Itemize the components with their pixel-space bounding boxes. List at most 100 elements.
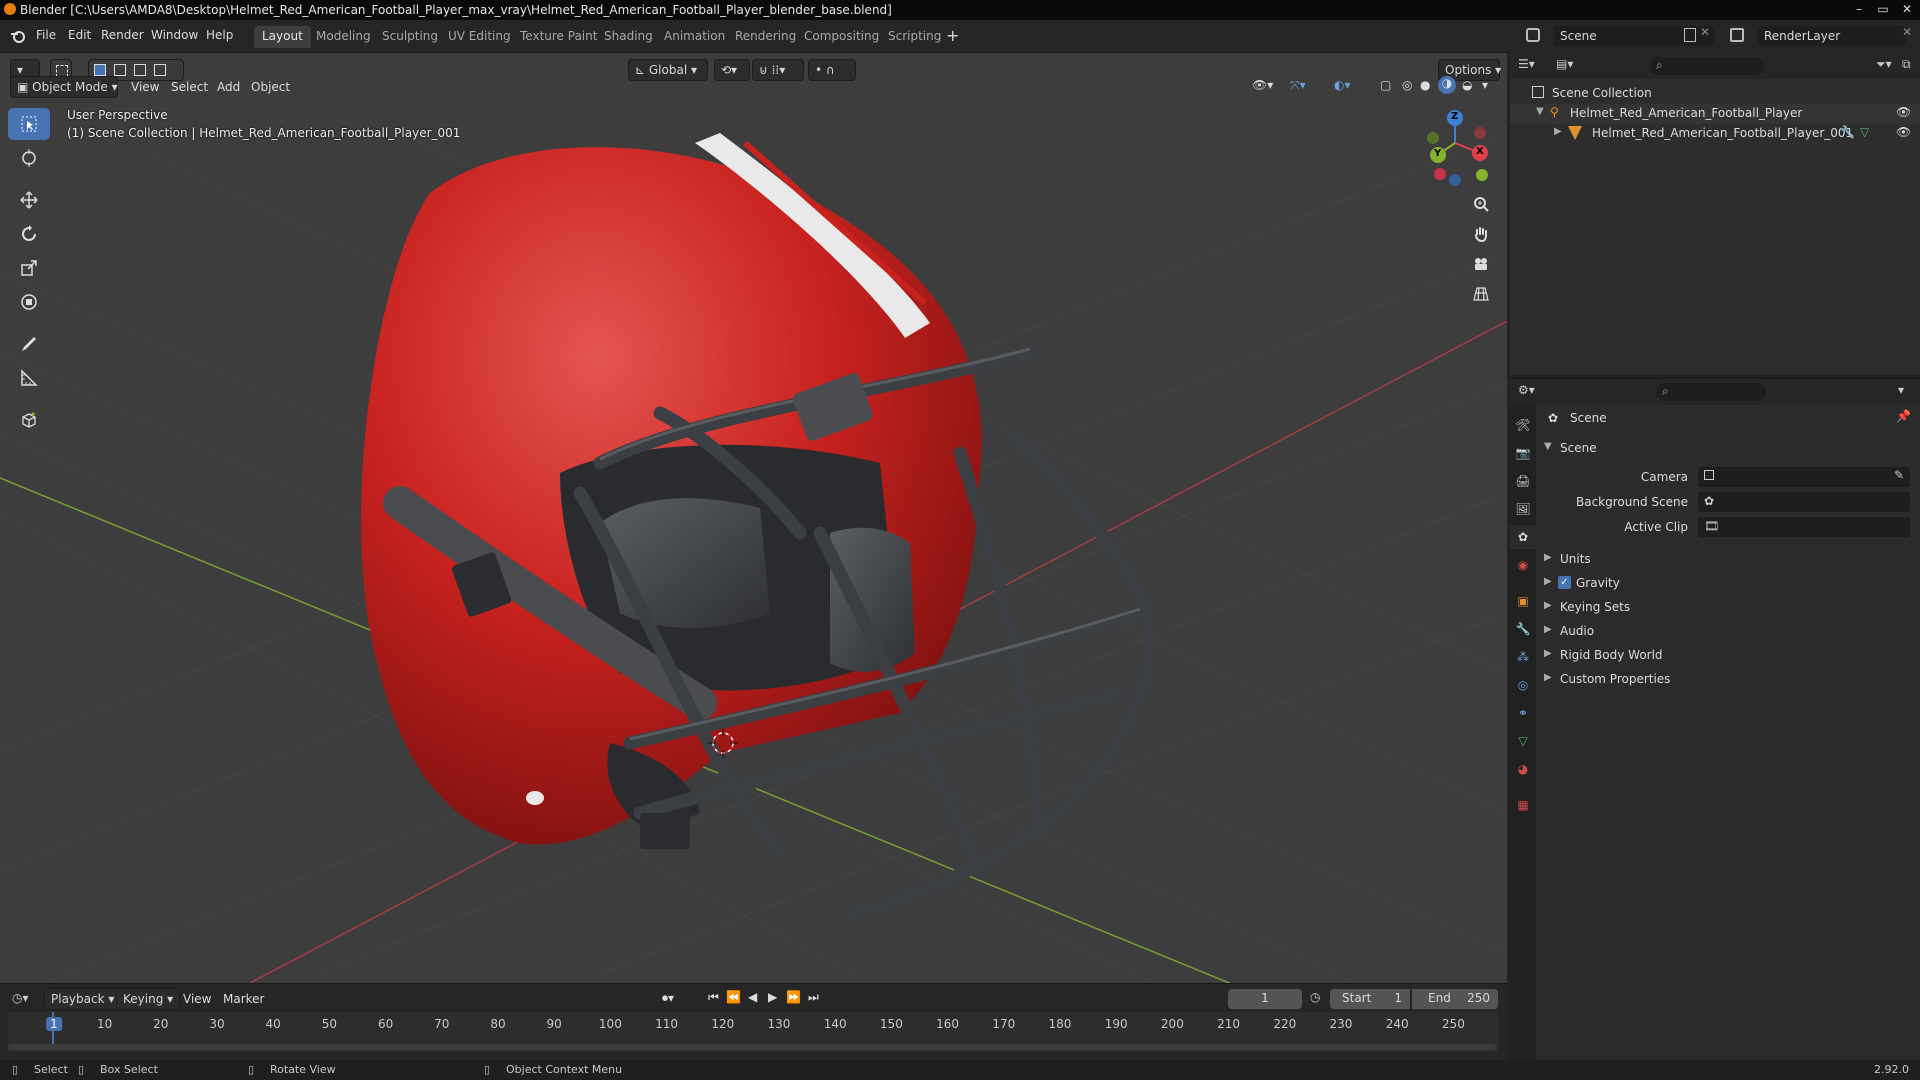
close-button[interactable]: ✕ bbox=[1896, 0, 1918, 18]
constraints-tab-icon[interactable]: ⚭ bbox=[1510, 701, 1536, 725]
outliner-row-scene-collection[interactable]: Scene Collection bbox=[1510, 84, 1920, 104]
properties-editor-icon[interactable]: ⚙▾ bbox=[1518, 383, 1535, 397]
delete-layer-icon[interactable]: ✕ bbox=[1902, 25, 1912, 39]
shading-options-icon[interactable]: ▾ bbox=[1482, 78, 1488, 92]
auto-keying-icon[interactable]: ⏺▾ bbox=[662, 991, 674, 1006]
camera-view-icon[interactable] bbox=[1467, 250, 1495, 278]
render-layer-selector[interactable]: RenderLayer bbox=[1758, 26, 1906, 46]
transform-tool-icon[interactable] bbox=[8, 286, 50, 318]
output-tab-icon[interactable]: 🖨 bbox=[1510, 469, 1536, 493]
tab-compositing[interactable]: Compositing bbox=[796, 26, 887, 48]
menu-file[interactable]: File bbox=[36, 28, 56, 42]
panel-keying-sets[interactable]: ▶ Keying Sets bbox=[1538, 596, 1920, 620]
scale-tool-icon[interactable] bbox=[8, 252, 50, 284]
menu-help[interactable]: Help bbox=[206, 28, 233, 42]
tab-shading[interactable]: Shading bbox=[596, 26, 661, 48]
delete-scene-icon[interactable]: ✕ bbox=[1700, 25, 1710, 39]
timeline-marker-menu[interactable]: Marker bbox=[223, 992, 264, 1006]
object-tab-icon[interactable]: ▣ bbox=[1510, 589, 1536, 613]
play-icon[interactable]: ▶ bbox=[768, 990, 777, 1004]
tab-rendering[interactable]: Rendering bbox=[727, 26, 804, 48]
camera-field[interactable]: ✎ bbox=[1698, 467, 1910, 487]
particles-tab-icon[interactable]: ⁂ bbox=[1510, 645, 1536, 669]
outliner-search-field[interactable]: ⌕ bbox=[1650, 57, 1764, 75]
physics-tab-icon[interactable]: ◎ bbox=[1510, 673, 1536, 697]
tab-scripting[interactable]: Scripting bbox=[880, 26, 949, 48]
material-tab-icon[interactable]: ◕ bbox=[1510, 757, 1536, 781]
select-extend-icon[interactable] bbox=[114, 64, 126, 76]
tab-modeling[interactable]: Modeling bbox=[308, 26, 379, 48]
background-scene-field[interactable]: ✿ bbox=[1698, 492, 1910, 512]
start-frame-field[interactable]: Start 1 bbox=[1330, 989, 1410, 1009]
keying-menu[interactable]: Keying ▾ bbox=[116, 988, 181, 1010]
gravity-checkbox[interactable]: ✓ bbox=[1558, 576, 1571, 589]
scene-tab-icon[interactable]: ✿ bbox=[1510, 525, 1536, 549]
pan-hand-icon[interactable] bbox=[1467, 220, 1495, 248]
minimize-button[interactable]: – bbox=[1848, 0, 1870, 18]
annotate-tool-icon[interactable] bbox=[8, 328, 50, 360]
timeline-view-menu[interactable]: View bbox=[183, 992, 211, 1006]
tab-layout[interactable]: Layout bbox=[254, 26, 311, 48]
menu-add[interactable]: Add bbox=[217, 80, 240, 94]
properties-search-field[interactable]: ⌕ bbox=[1656, 383, 1766, 401]
panel-units[interactable]: ▶ Units bbox=[1538, 548, 1920, 572]
panel-custom-properties[interactable]: ▶ Custom Properties bbox=[1538, 668, 1920, 692]
add-cube-tool-icon[interactable] bbox=[8, 404, 50, 436]
panel-rigid-body-world[interactable]: ▶ Rigid Body World bbox=[1538, 644, 1920, 668]
maximize-button[interactable]: ▭ bbox=[1872, 0, 1894, 18]
perspective-toggle-icon[interactable] bbox=[1467, 280, 1495, 308]
properties-options-icon[interactable]: ▾ bbox=[1898, 383, 1904, 397]
select-subtract-icon[interactable] bbox=[134, 64, 146, 76]
move-tool-icon[interactable] bbox=[8, 184, 50, 216]
solid-shading-icon[interactable]: ● bbox=[1420, 78, 1430, 92]
tab-animation[interactable]: Animation bbox=[656, 26, 733, 48]
menu-edit[interactable]: Edit bbox=[68, 28, 91, 42]
eyedropper-icon[interactable]: ✎ bbox=[1894, 468, 1904, 482]
jump-end-icon[interactable]: ⏭ bbox=[808, 990, 819, 1005]
menu-object[interactable]: Object bbox=[251, 80, 290, 94]
jump-keyframe-back-icon[interactable]: ⏪ bbox=[726, 990, 741, 1004]
filter-icon[interactable]: ⏷▾ bbox=[1876, 57, 1892, 72]
menu-render[interactable]: Render bbox=[101, 28, 144, 42]
overlay-toggle-icon[interactable]: ◐▾ bbox=[1334, 78, 1351, 92]
pin-icon[interactable]: 📌 bbox=[1896, 409, 1911, 423]
display-mode-icon[interactable]: ▤▾ bbox=[1556, 57, 1573, 71]
zoom-icon[interactable] bbox=[1467, 190, 1495, 218]
3d-viewport[interactable]: Z X Y User Perspective (1) Scene Collect… bbox=[0, 53, 1507, 983]
xray-toggle-icon[interactable]: ▢ bbox=[1380, 78, 1391, 92]
tab-sculpting[interactable]: Sculpting bbox=[374, 26, 446, 48]
playback-menu[interactable]: Playback ▾ bbox=[44, 988, 122, 1010]
menu-window[interactable]: Window bbox=[151, 28, 198, 42]
select-tool-icon[interactable] bbox=[8, 108, 50, 140]
measure-tool-icon[interactable] bbox=[8, 362, 50, 394]
timeline-scrollbar[interactable] bbox=[8, 1044, 1496, 1050]
expand-arrow-icon[interactable]: ▼ bbox=[1536, 106, 1544, 117]
panel-scene-header[interactable]: ▼ Scene bbox=[1538, 437, 1920, 461]
jump-start-icon[interactable]: ⏮ bbox=[708, 990, 719, 1005]
render-tab-icon[interactable]: 📷 bbox=[1510, 441, 1536, 465]
menu-view[interactable]: View bbox=[131, 80, 159, 94]
visibility-icon[interactable]: 👁▾ bbox=[1252, 78, 1273, 92]
gizmo-toggle-icon[interactable]: ⤧▾ bbox=[1290, 78, 1306, 93]
panel-gravity[interactable]: ▶ ✓ Gravity bbox=[1538, 572, 1920, 596]
modifier-wrench-icon[interactable]: 🔧 bbox=[1840, 125, 1855, 139]
new-scene-icon[interactable] bbox=[1684, 28, 1696, 42]
add-workspace-button[interactable]: + bbox=[946, 26, 959, 45]
jump-keyframe-forward-icon[interactable]: ⏩ bbox=[786, 990, 801, 1004]
select-new-icon[interactable] bbox=[94, 64, 106, 76]
new-collection-icon[interactable]: ⧉ bbox=[1902, 57, 1911, 72]
menu-select[interactable]: Select bbox=[171, 80, 208, 94]
wireframe-shading-icon[interactable]: ◎ bbox=[1402, 78, 1412, 92]
select-intersect-icon[interactable] bbox=[154, 64, 166, 76]
texture-tab-icon[interactable]: ▦ bbox=[1510, 793, 1536, 817]
tab-texture-paint[interactable]: Texture Paint bbox=[512, 26, 605, 48]
modifier-tab-icon[interactable]: 🔧 bbox=[1510, 617, 1536, 641]
active-clip-field[interactable]: 🎞 bbox=[1698, 517, 1910, 537]
mesh-data-icon[interactable]: ▽ bbox=[1860, 125, 1869, 139]
data-tab-icon[interactable]: ▽ bbox=[1510, 729, 1536, 753]
visibility-eye-icon[interactable]: 👁 bbox=[1896, 105, 1911, 119]
rendered-shading-icon[interactable]: ◒ bbox=[1462, 78, 1472, 92]
outliner-row-object[interactable]: ▶ Helmet_Red_American_Football_Player_00… bbox=[1510, 124, 1920, 144]
world-tab-icon[interactable]: ◉ bbox=[1510, 553, 1536, 577]
object-mode-dropdown[interactable]: ▣ Object Mode ▾ bbox=[10, 76, 118, 98]
